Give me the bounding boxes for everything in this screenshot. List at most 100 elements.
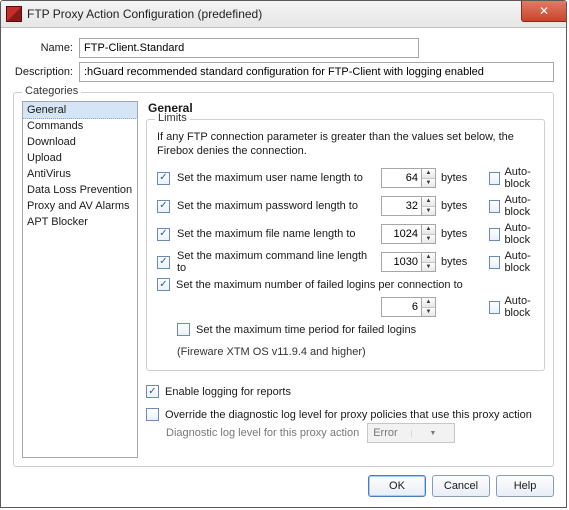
autoblock-label: Auto-block xyxy=(504,295,549,319)
checkbox-failed-logins[interactable] xyxy=(157,278,170,291)
limits-legend: Limits xyxy=(155,112,190,124)
spin-password[interactable]: ▲▼ xyxy=(381,196,437,216)
limit-label: Set the maximum password length to xyxy=(177,200,377,212)
chevron-down-icon[interactable]: ▼ xyxy=(422,207,435,216)
checkbox-username[interactable] xyxy=(157,172,170,185)
category-item-general[interactable]: General xyxy=(22,101,138,119)
chevron-down-icon[interactable]: ▼ xyxy=(422,235,435,244)
autoblock-label: Auto-block xyxy=(504,166,549,190)
below-limits: Enable logging for reports Override the … xyxy=(146,385,545,443)
limit-label: Set the maximum command line length to xyxy=(177,250,377,274)
chevron-up-icon[interactable]: ▲ xyxy=(422,298,435,308)
spin-arrows[interactable]: ▲▼ xyxy=(421,297,436,317)
app-icon xyxy=(6,6,22,22)
checkbox-commandline[interactable] xyxy=(157,256,170,269)
category-item-apt-blocker[interactable]: APT Blocker xyxy=(23,214,137,230)
checkbox-override-diag[interactable] xyxy=(146,408,159,421)
checkbox-filename[interactable] xyxy=(157,228,170,241)
spin-input[interactable] xyxy=(381,196,421,216)
autoblock-label: Auto-block xyxy=(504,194,549,218)
checkbox-time-period[interactable] xyxy=(177,323,190,336)
close-button[interactable]: ✕ xyxy=(521,1,566,22)
unit-label: bytes xyxy=(441,172,475,184)
client-area: Name: Description: Categories General Co… xyxy=(1,28,566,507)
category-item-commands[interactable]: Commands xyxy=(23,118,137,134)
spin-arrows[interactable]: ▲▼ xyxy=(421,252,436,272)
spin-username[interactable]: ▲▼ xyxy=(381,168,437,188)
checkbox-password[interactable] xyxy=(157,200,170,213)
diag-level-row: Diagnostic log level for this proxy acti… xyxy=(166,423,545,443)
diag-level-label: Diagnostic log level for this proxy acti… xyxy=(166,427,359,439)
name-label: Name: xyxy=(13,42,73,54)
name-input[interactable] xyxy=(79,38,419,58)
spin-failed-logins[interactable]: ▲▼ xyxy=(381,297,437,317)
chevron-down-icon[interactable]: ▼ xyxy=(422,263,435,272)
chevron-down-icon[interactable]: ▼ xyxy=(422,308,435,317)
spin-input[interactable] xyxy=(381,168,421,188)
category-item-proxy-av-alarms[interactable]: Proxy and AV Alarms xyxy=(23,198,137,214)
time-period-label: Set the maximum time period for failed l… xyxy=(196,324,416,336)
section-heading: General xyxy=(148,101,545,115)
category-item-upload[interactable]: Upload xyxy=(23,150,137,166)
ok-button[interactable]: OK xyxy=(368,475,426,497)
description-label: Description: xyxy=(13,66,73,78)
spin-filename[interactable]: ▲▼ xyxy=(381,224,437,244)
unit-label: bytes xyxy=(441,256,475,268)
categories-fieldset: Categories General Commands Download Upl… xyxy=(13,92,554,467)
diag-level-combo: Error ▼ xyxy=(367,423,455,443)
autoblock-label: Auto-block xyxy=(504,222,549,246)
unit-label: bytes xyxy=(441,228,475,240)
limit-row-failed-value: ▲▼ Auto-block xyxy=(157,295,534,319)
override-diag-label: Override the diagnostic log level for pr… xyxy=(165,409,532,421)
chevron-up-icon[interactable]: ▲ xyxy=(422,197,435,207)
spin-input[interactable] xyxy=(381,224,421,244)
right-pane: General Limits If any FTP connection par… xyxy=(146,101,545,458)
time-period-row: Set the maximum time period for failed l… xyxy=(177,323,534,336)
firmware-note: (Fireware XTM OS v11.9.4 and higher) xyxy=(177,346,534,358)
button-bar: OK Cancel Help xyxy=(13,475,554,497)
checkbox-autoblock[interactable] xyxy=(489,301,500,314)
dialog-window: FTP Proxy Action Configuration (predefin… xyxy=(0,0,567,508)
spin-input[interactable] xyxy=(381,252,421,272)
description-input[interactable] xyxy=(79,62,554,82)
override-diag-row: Override the diagnostic log level for pr… xyxy=(146,408,545,421)
description-row: Description: xyxy=(13,62,554,82)
spin-arrows[interactable]: ▲▼ xyxy=(421,168,436,188)
limit-row-filename: Set the maximum file name length to ▲▼ b… xyxy=(157,222,534,246)
chevron-up-icon[interactable]: ▲ xyxy=(422,169,435,179)
titlebar: FTP Proxy Action Configuration (predefin… xyxy=(1,1,566,28)
checkbox-autoblock[interactable] xyxy=(489,228,500,241)
close-icon: ✕ xyxy=(539,5,549,17)
category-item-download[interactable]: Download xyxy=(23,134,137,150)
unit-label: bytes xyxy=(441,200,475,212)
categories-list[interactable]: General Commands Download Upload AntiVir… xyxy=(22,101,138,458)
chevron-up-icon[interactable]: ▲ xyxy=(422,253,435,263)
spin-commandline[interactable]: ▲▼ xyxy=(381,252,437,272)
category-item-dlp[interactable]: Data Loss Prevention xyxy=(23,182,137,198)
enable-logging-row: Enable logging for reports xyxy=(146,385,545,398)
limit-label: Set the maximum file name length to xyxy=(177,228,377,240)
chevron-up-icon[interactable]: ▲ xyxy=(422,225,435,235)
spin-input[interactable] xyxy=(381,297,421,317)
spin-arrows[interactable]: ▲▼ xyxy=(421,196,436,216)
category-item-antivirus[interactable]: AntiVirus xyxy=(23,166,137,182)
checkbox-enable-logging[interactable] xyxy=(146,385,159,398)
window-title: FTP Proxy Action Configuration (predefin… xyxy=(27,7,262,21)
spin-arrows[interactable]: ▲▼ xyxy=(421,224,436,244)
limits-group: Limits If any FTP connection parameter i… xyxy=(146,119,545,371)
autoblock-label: Auto-block xyxy=(504,250,549,274)
chevron-down-icon[interactable]: ▼ xyxy=(422,179,435,188)
limit-row-failed-logins: Set the maximum number of failed logins … xyxy=(157,278,534,291)
limits-note: If any FTP connection parameter is great… xyxy=(157,130,534,158)
categories-legend: Categories xyxy=(22,85,81,97)
checkbox-autoblock[interactable] xyxy=(489,172,500,185)
limit-row-username: Set the maximum user name length to ▲▼ b… xyxy=(157,166,534,190)
checkbox-autoblock[interactable] xyxy=(489,200,500,213)
diag-level-value: Error xyxy=(368,427,411,439)
cancel-button[interactable]: Cancel xyxy=(432,475,490,497)
limit-row-password: Set the maximum password length to ▲▼ by… xyxy=(157,194,534,218)
checkbox-autoblock[interactable] xyxy=(489,256,500,269)
limit-label: Set the maximum user name length to xyxy=(177,172,377,184)
failed-logins-label: Set the maximum number of failed logins … xyxy=(176,279,463,291)
help-button[interactable]: Help xyxy=(496,475,554,497)
